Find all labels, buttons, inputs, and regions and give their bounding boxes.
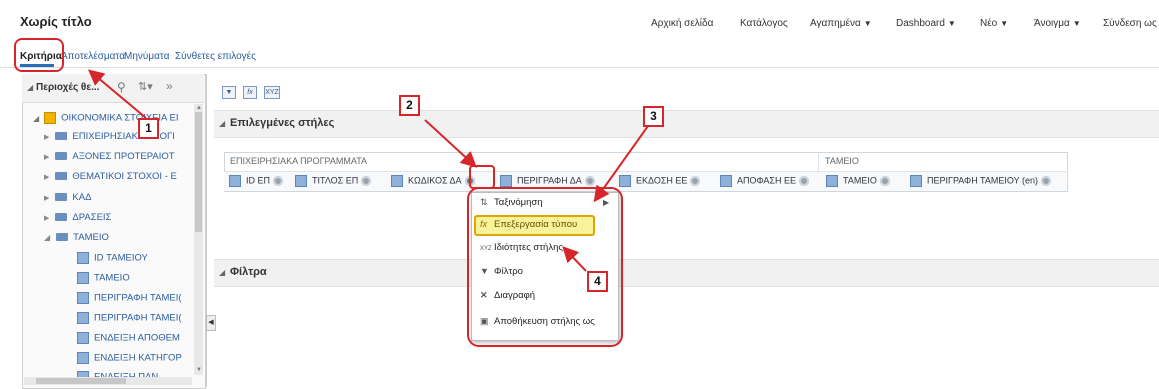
callout-2: 2 bbox=[399, 95, 420, 116]
annotation-arrows bbox=[87, 69, 649, 272]
callout-3: 3 bbox=[643, 106, 664, 127]
callout-4: 4 bbox=[587, 271, 608, 292]
callout-1: 1 bbox=[138, 118, 159, 139]
